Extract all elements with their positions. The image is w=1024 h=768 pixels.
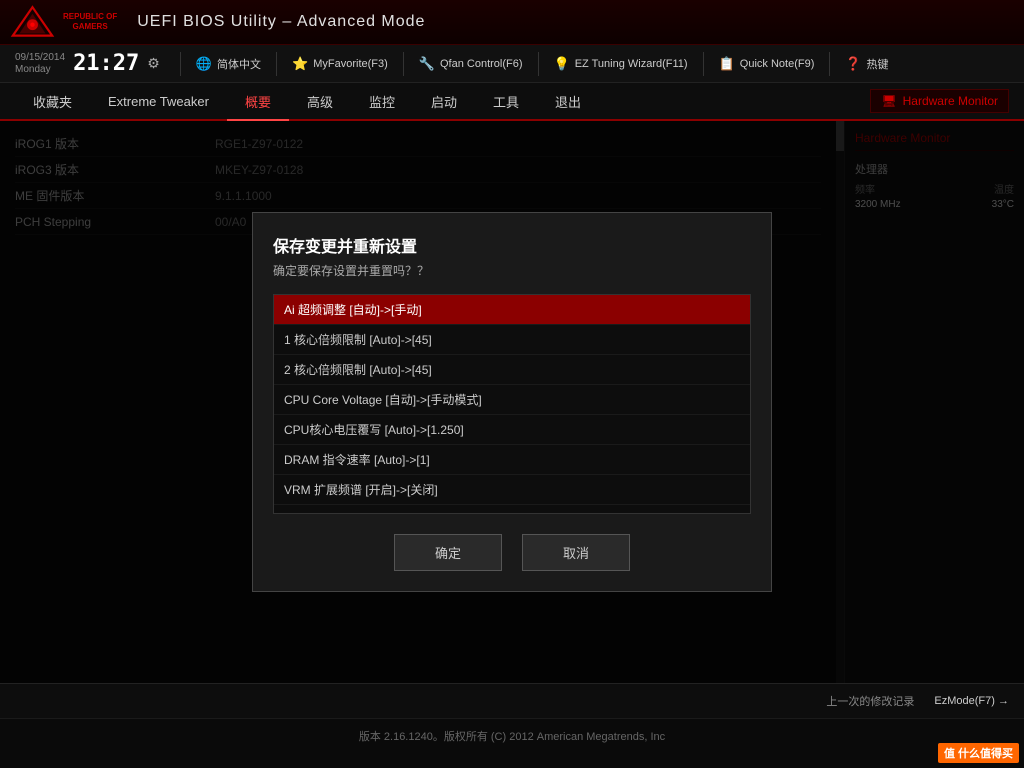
dialog-title: 保存变更并重新设置	[273, 233, 751, 257]
list-item[interactable]: 1 核心倍频限制 [Auto]->[45]	[274, 325, 750, 355]
day-display: Monday	[15, 64, 65, 76]
divider-2	[276, 52, 277, 76]
dialog-overlay: 保存变更并重新设置 确定要保存设置并重置吗？？ Ai 超频调整 [自动]->[手…	[0, 121, 1024, 683]
nav-overview[interactable]: 概要	[227, 83, 289, 121]
qfan-button[interactable]: 🔧 Qfan Control(F6)	[419, 56, 523, 72]
language-label: 简体中文	[217, 56, 261, 72]
quicknote-label: Quick Note(F9)	[740, 58, 815, 70]
hotkeys-button[interactable]: ❓ 热键	[845, 56, 888, 72]
globe-icon: 🌐	[196, 56, 212, 72]
confirm-button[interactable]: 确定	[394, 534, 502, 571]
list-item[interactable]: 2 核心倍频限制 [Auto]->[45]	[274, 355, 750, 385]
eztuning-button[interactable]: 💡 EZ Tuning Wizard(F11)	[554, 56, 688, 72]
hotkeys-label: 热键	[867, 56, 889, 72]
language-selector[interactable]: 🌐 简体中文	[196, 56, 261, 72]
footer-bar: 版本 2.16.1240。版权所有 (C) 2012 American Mega…	[0, 718, 1024, 753]
date-display: 09/15/2014	[15, 52, 65, 64]
hw-monitor-button[interactable]: 🖥 Hardware Monitor	[870, 89, 1009, 113]
list-item[interactable]: 初始 BCLK 频率 [Auto]->[100.0]	[274, 505, 750, 514]
list-item[interactable]: VRM 扩展频谱 [开启]->[关闭]	[274, 475, 750, 505]
quicknote-button[interactable]: 📋 Quick Note(F9)	[719, 56, 815, 72]
header-bar: REPUBLIC OF GAMERS UEFI BIOS Utility – A…	[0, 0, 1024, 45]
toolbar-bar: 09/15/2014 Monday 21:27 ⚙ 🌐 简体中文 ⭐ MyFav…	[0, 45, 1024, 83]
settings-gear-icon[interactable]: ⚙	[147, 55, 160, 72]
datetime-block: 09/15/2014 Monday 21:27 ⚙	[15, 51, 160, 76]
note-icon: 📋	[719, 56, 735, 72]
question-icon: ❓	[845, 56, 861, 72]
divider-1	[180, 52, 181, 76]
list-item[interactable]: DRAM 指令速率 [Auto]->[1]	[274, 445, 750, 475]
time-display: 21:27	[73, 51, 139, 76]
rog-logo	[10, 5, 55, 40]
divider-6	[829, 52, 830, 76]
bottom-bar-1: 上一次的修改记录 EzMode(F7) →	[0, 683, 1024, 718]
eztuning-label: EZ Tuning Wizard(F11)	[575, 58, 688, 70]
nav-exit[interactable]: 退出	[537, 82, 599, 120]
bulb-icon: 💡	[554, 56, 570, 72]
list-item[interactable]: CPU Core Voltage [自动]->[手动模式]	[274, 385, 750, 415]
list-item[interactable]: CPU核心电压覆写 [Auto]->[1.250]	[274, 415, 750, 445]
ez-mode-label: EzMode(F7)	[934, 695, 995, 707]
divider-4	[538, 52, 539, 76]
hw-monitor-label: Hardware Monitor	[903, 94, 998, 108]
monitor-icon: 🖥	[881, 94, 896, 108]
changes-list: Ai 超频调整 [自动]->[手动] 1 核心倍频限制 [Auto]->[45]…	[273, 294, 751, 514]
myfavorite-button[interactable]: ⭐ MyFavorite(F3)	[292, 56, 388, 72]
logo-area: REPUBLIC OF GAMERS	[10, 5, 117, 40]
list-item[interactable]: Ai 超频调整 [自动]->[手动]	[274, 295, 750, 325]
cancel-button[interactable]: 取消	[522, 534, 630, 571]
nav-monitor[interactable]: 监控	[351, 82, 413, 120]
nav-bar: 收藏夹 Extreme Tweaker 概要 高级 监控 启动 工具 退出 🖥 …	[0, 83, 1024, 121]
nav-boot[interactable]: 启动	[413, 82, 475, 120]
nav-extreme-tweaker[interactable]: Extreme Tweaker	[90, 82, 227, 120]
nav-advanced[interactable]: 高级	[289, 82, 351, 120]
footer-text: 版本 2.16.1240。版权所有 (C) 2012 American Mega…	[359, 728, 665, 744]
divider-5	[703, 52, 704, 76]
arrow-right-icon: →	[998, 695, 1009, 707]
bios-title: UEFI BIOS Utility – Advanced Mode	[137, 13, 425, 31]
myfavorite-label: MyFavorite(F3)	[313, 58, 388, 70]
fan-icon: 🔧	[419, 56, 435, 72]
star-icon: ⭐	[292, 56, 308, 72]
logo-text: REPUBLIC OF GAMERS	[63, 12, 117, 31]
dialog-subtitle: 确定要保存设置并重置吗？？	[273, 262, 751, 279]
qfan-label: Qfan Control(F6)	[440, 58, 523, 70]
ez-mode-button[interactable]: EzMode(F7) →	[934, 695, 1009, 707]
last-modified-text: 上一次的修改记录	[826, 693, 914, 709]
dialog-buttons: 确定 取消	[273, 534, 751, 571]
save-dialog: 保存变更并重新设置 确定要保存设置并重置吗？？ Ai 超频调整 [自动]->[手…	[252, 212, 772, 592]
main-content: iROG1 版本 RGE1-Z97-0122 iROG3 版本 MKEY-Z97…	[0, 121, 1024, 683]
nav-favorites[interactable]: 收藏夹	[15, 82, 90, 120]
divider-3	[403, 52, 404, 76]
watermark: 值 什么值得买	[938, 743, 1019, 763]
nav-tools[interactable]: 工具	[475, 82, 537, 120]
